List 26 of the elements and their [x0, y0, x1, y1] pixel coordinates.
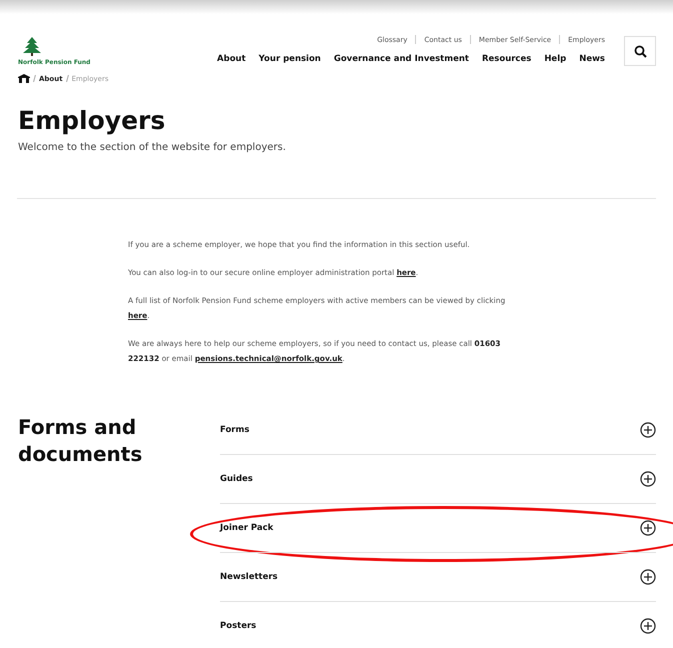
nav-link[interactable]: Resources: [482, 54, 532, 64]
nav-link[interactable]: Your pension: [258, 54, 321, 64]
accordion-item[interactable]: Newsletters: [220, 553, 656, 602]
accordion-item[interactable]: Forms: [220, 406, 656, 455]
accordion-item[interactable]: Posters: [220, 602, 656, 648]
accordion-item[interactable]: Guides: [220, 455, 656, 504]
nav-link[interactable]: About: [217, 54, 246, 64]
section-title: Forms and documents: [18, 414, 144, 468]
search-button[interactable]: [624, 36, 656, 66]
breadcrumb-separator: [66, 75, 69, 82]
intro-text: Welcome to the section of the website for employers.: [18, 142, 287, 153]
plus-circle-icon: [640, 471, 656, 487]
plus-circle-icon: [640, 618, 656, 634]
page-title: Employers: [18, 105, 166, 137]
home-link[interactable]: [18, 74, 30, 83]
nav-link[interactable]: Governance and Investment: [334, 54, 469, 64]
search-icon: [634, 44, 646, 58]
nav-link[interactable]: News: [579, 54, 605, 64]
plus-circle-icon: [640, 569, 656, 585]
plus-circle-icon: [640, 422, 656, 438]
accordion-item[interactable]: Joiner Pack: [220, 504, 656, 553]
breadcrumb-separator: [33, 75, 36, 82]
home-icon: [18, 74, 30, 83]
nav-link[interactable]: Help: [544, 54, 566, 64]
tree-icon: [22, 37, 42, 56]
plus-circle-icon: [640, 520, 656, 536]
